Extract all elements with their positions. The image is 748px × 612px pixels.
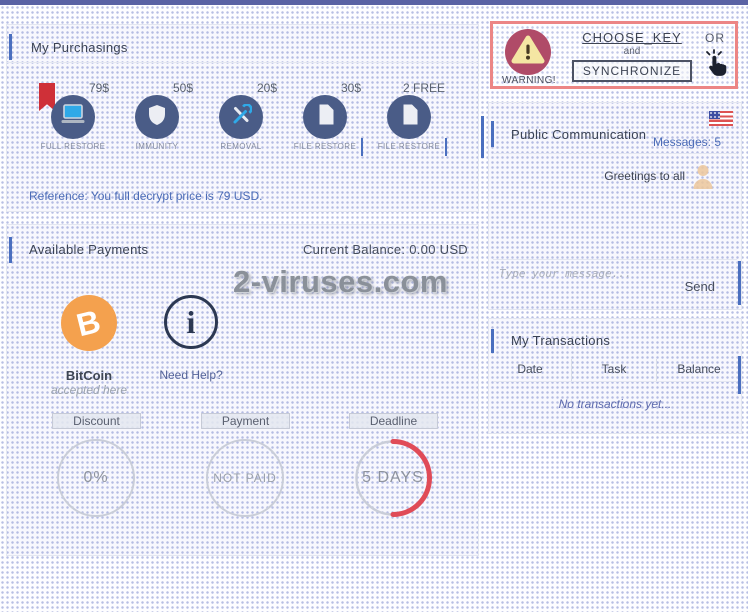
transactions-empty-text: No transactions yet... — [489, 397, 741, 411]
deadline-ring-icon — [354, 439, 432, 517]
communication-panel: Public Communication Messages: 5 Greetin… — [488, 102, 742, 310]
watermark: 2-viruses.com — [233, 264, 448, 300]
message-input[interactable] — [499, 267, 679, 280]
item-price: 20$ — [199, 81, 283, 95]
ransomware-portal: My Purchasings 79$ FULL RESTORE 50$ IMMU… — [0, 0, 748, 612]
item-label: IMMUNITY — [115, 142, 199, 151]
current-balance: Current Balance: 0.00 USD — [303, 242, 468, 257]
shield-icon — [147, 104, 167, 131]
column-date: Date — [489, 359, 571, 381]
purchasings-title: My Purchasings — [31, 40, 128, 55]
item-price: 2 FREE — [367, 81, 451, 95]
warning-label: WARNING! — [497, 75, 561, 86]
purchase-item-full-restore[interactable]: 79$ FULL RESTORE — [31, 81, 115, 196]
transactions-panel: My Transactions Date Task Balance No tra… — [488, 318, 742, 434]
purchase-item-removal[interactable]: 20$ REMOVAL — [199, 81, 283, 196]
payment-value: NOT PAID — [213, 471, 277, 485]
choose-key-link[interactable]: CHOOSE_KEY — [571, 30, 693, 45]
item-separator-tick — [445, 138, 447, 156]
bitcoin-icon[interactable]: B — [61, 295, 117, 351]
purchase-item-file-restore[interactable]: 30$ FILE RESTORE — [283, 81, 367, 196]
file-icon — [401, 104, 418, 130]
purchasings-scrollbar-thumb[interactable] — [481, 116, 484, 158]
communication-title: Public Communication — [511, 127, 646, 142]
payment-gauge: NOT PAID — [206, 439, 284, 517]
send-button[interactable]: Send — [685, 279, 715, 294]
deadline-gauge: 5 DAYS — [354, 439, 432, 517]
warning-badge — [505, 29, 551, 75]
warning-triangle-icon — [511, 34, 545, 70]
item-label: FILE RESTORE — [283, 142, 367, 151]
payment-label: Payment — [201, 413, 290, 429]
top-accent-bar — [0, 0, 748, 5]
need-help-link[interactable]: Need Help? — [125, 368, 257, 382]
purchase-item-free-file-restore[interactable]: 2 FREE FILE RESTORE — [367, 81, 451, 196]
purchase-item-immunity[interactable]: 50$ IMMUNITY — [115, 81, 199, 196]
laptop-icon — [60, 104, 86, 130]
transactions-header: Date Task Balance — [489, 359, 741, 381]
divider — [493, 381, 737, 382]
transactions-scrollbar-thumb[interactable] — [738, 356, 741, 394]
column-balance: Balance — [656, 359, 741, 381]
info-icon[interactable]: i — [164, 295, 218, 349]
messages-count: Messages: 5 — [653, 135, 721, 149]
synchronize-button[interactable]: SYNCHRONIZE — [572, 60, 692, 82]
title-accent-bar — [9, 34, 12, 60]
purchasings-panel: My Purchasings 79$ FULL RESTORE 50$ IMMU… — [6, 24, 479, 212]
item-label: FULL RESTORE — [31, 142, 115, 151]
divider — [7, 62, 478, 63]
message-compose-area: Send — [493, 259, 737, 309]
balance-value: 0.00 USD — [409, 242, 468, 257]
reference-note: Reference: You full decrypt price is 79 … — [29, 189, 262, 203]
deadline-label: Deadline — [349, 413, 438, 429]
tools-icon — [230, 104, 252, 131]
chat-message: Greetings to all — [604, 169, 685, 183]
discount-gauge: 0% — [57, 439, 135, 517]
or-label: OR — [699, 31, 731, 45]
item-label: REMOVAL — [199, 142, 283, 151]
title-accent-bar — [491, 329, 494, 353]
balance-label: Current Balance: — [303, 242, 405, 257]
item-price: 50$ — [115, 81, 199, 95]
item-label: FILE RESTORE — [367, 142, 451, 151]
us-flag-icon[interactable] — [709, 111, 733, 126]
divider — [493, 153, 737, 154]
user-avatar — [693, 163, 713, 195]
item-separator-tick — [361, 138, 363, 156]
discount-label: Discount — [52, 413, 141, 429]
discount-value: 0% — [83, 469, 108, 487]
transactions-title: My Transactions — [511, 333, 610, 348]
file-icon — [317, 104, 334, 130]
item-price: 30$ — [283, 81, 367, 95]
communication-scrollbar-thumb[interactable] — [738, 261, 741, 305]
and-label: and — [571, 46, 693, 57]
title-accent-bar — [9, 237, 12, 263]
tap-hand-icon — [703, 49, 727, 81]
payments-title: Available Payments — [29, 242, 148, 257]
column-task: Task — [571, 359, 656, 381]
title-accent-bar — [491, 121, 494, 147]
bitcoin-subtitle: accepted here — [23, 383, 155, 397]
warning-box: WARNING! CHOOSE_KEY and SYNCHRONIZE OR — [490, 21, 738, 89]
